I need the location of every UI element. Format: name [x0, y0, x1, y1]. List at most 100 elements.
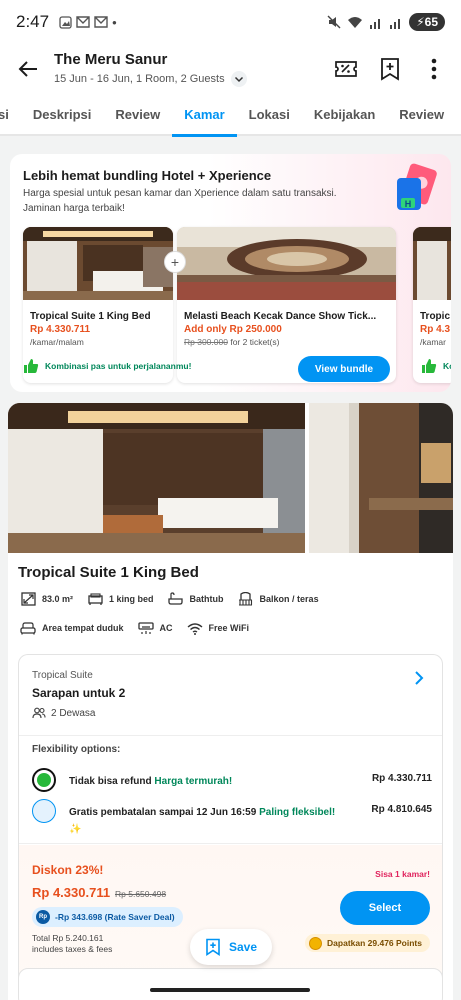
view-bundle-button[interactable]: View bundle [298, 356, 390, 382]
bookmark-add-icon [206, 938, 220, 956]
offer-guests: 2 Dewasa [32, 707, 95, 719]
bundle-hotel-price-2: Rp 4.3 [420, 324, 451, 335]
coupon-button[interactable] [333, 56, 359, 82]
amenity-seating: Area tempat duduk [20, 621, 124, 635]
amenity-wifi-label: Free WiFi [208, 623, 249, 633]
coupon-icon [335, 61, 357, 77]
tab-partial[interactable]: si [0, 93, 21, 135]
total-price-info: Total Rp 5.240.161 includes taxes & fees [32, 933, 112, 955]
offer-guests-label: 2 Dewasa [51, 707, 96, 719]
amenity-balcony-label: Balkon / teras [259, 594, 319, 604]
option-no-refund-price: Rp 4.330.711 [371, 773, 432, 784]
amenity-size: 83.0 m² [20, 592, 73, 606]
bundle-xperience-sub: Rp 300.000 for 2 ticket(s) [177, 335, 396, 347]
bundle-hotel-price: Rp 4.330.711 [30, 324, 91, 335]
kecak-dance-photo [177, 227, 396, 300]
amenities-row-2: Area tempat duduk AC Free WiFi [20, 621, 249, 635]
save-button[interactable]: Save [190, 929, 272, 965]
bundle-hotel-name-2: Tropic [420, 311, 451, 322]
next-room-card [18, 968, 443, 1000]
option-no-refund-text: Tidak bisa refund Harga termurah! [69, 773, 339, 790]
system-icons: ⚡65 [327, 13, 445, 31]
room-main-photo[interactable] [8, 403, 305, 553]
option-no-refund-label: Tidak bisa refund [69, 776, 152, 787]
arrow-left-icon [18, 61, 37, 77]
bed-icon [87, 592, 103, 605]
thumbs-up-icon [24, 359, 39, 373]
header-info[interactable]: The Meru Sanur 15 Jun - 16 Jun, 1 Room, … [54, 51, 247, 87]
points-coin-icon [309, 936, 323, 950]
booking-dates: 15 Jun - 16 Jun, 1 Room, 2 Guests [54, 73, 225, 85]
wifi-icon [348, 16, 363, 28]
sofa-icon [20, 621, 36, 634]
tab-lokasi[interactable]: Lokasi [237, 93, 302, 135]
more-options-button[interactable] [421, 56, 447, 82]
guests-icon [32, 707, 46, 719]
ac-icon [137, 621, 154, 634]
points-badge: Dapatkan 29.476 Points [305, 934, 430, 952]
back-button[interactable] [14, 55, 42, 83]
bundle-footer-2: Ko [421, 358, 451, 374]
wifi-icon [187, 622, 202, 635]
bundle-hotel-unit-2: /kamar [420, 337, 446, 347]
plus-icon: + [164, 251, 186, 273]
amenity-balcony: Balkon / teras [238, 592, 319, 606]
rate-saver-text: -Rp 343.698 (Rate Saver Deal) [55, 912, 175, 922]
header-actions [333, 56, 447, 82]
bookmark-add-icon [381, 58, 399, 81]
total-price-note: includes taxes & fees [32, 944, 113, 954]
chevron-down-icon[interactable] [230, 71, 247, 87]
home-indicator[interactable] [150, 988, 310, 992]
select-button[interactable]: Select [340, 891, 430, 925]
bathtub-icon [168, 592, 183, 605]
battery-icon: ⚡65 [409, 13, 445, 31]
bundle-xperience-price: Add only Rp 250.000 [184, 324, 282, 335]
tab-deskripsi[interactable]: Deskripsi [21, 93, 104, 135]
hotel-title: The Meru Sanur [54, 51, 168, 68]
tab-kebijakan[interactable]: Kebijakan [302, 93, 387, 135]
status-time: 2:47 [16, 12, 50, 31]
bundle-title: Lebih hemat bundling Hotel + Xperience [23, 168, 272, 183]
tab-review-2[interactable]: Review [387, 93, 456, 135]
amenity-bed: 1 king bed [87, 592, 154, 606]
amenity-seating-label: Area tempat duduk [42, 623, 124, 633]
option-free-cancel-price: Rp 4.810.645 [371, 804, 432, 815]
total-price: Total Rp 5.240.161 [32, 933, 104, 943]
bookmark-button[interactable] [377, 56, 403, 82]
amenity-bathtub: Bathtub [168, 592, 224, 606]
bundle-xperience-tickets: for 2 ticket(s) [230, 337, 280, 347]
status-bar: 2:47 • ⚡65 [0, 0, 461, 44]
bundle-promo-card: Lebih hemat bundling Hotel + Xperience H… [10, 154, 451, 392]
radio-selected[interactable] [32, 768, 56, 792]
balcony-icon [239, 592, 253, 606]
tab-kamar[interactable]: Kamar [172, 93, 238, 137]
rp-coin-icon: Rp [36, 910, 50, 924]
room-second-photo[interactable] [309, 403, 453, 553]
dot-icon: • [112, 14, 117, 30]
chevron-right-icon[interactable] [410, 669, 428, 687]
offer-room-type: Tropical Suite [32, 670, 93, 681]
radio-unselected[interactable] [32, 799, 56, 823]
hotel-room-photo [23, 227, 173, 300]
bundle-xperience-name: Melasti Beach Kecak Dance Show Tick... [184, 311, 377, 322]
hotel-room-photo-2 [413, 227, 451, 300]
rooms-left-badge: Sisa 1 kamar! [375, 869, 430, 879]
notification-icons: • [59, 15, 117, 30]
original-price: Rp 5.650.498 [115, 889, 167, 899]
bundle-footer: Kombinasi pas untuk perjalananmu! [23, 358, 191, 374]
room-size-icon [20, 592, 36, 606]
more-vertical-icon [431, 58, 437, 80]
battery-level: 65 [424, 15, 438, 29]
bundle-ticket-icon: H [397, 163, 437, 210]
room-card: Tropical Suite 1 King Bed 83.0 m² 1 king… [8, 403, 453, 1000]
image-icon [59, 15, 72, 29]
rate-saver-badge: Rp -Rp 343.698 (Rate Saver Deal) [32, 907, 183, 927]
tab-review[interactable]: Review [103, 93, 172, 135]
app-header: The Meru Sanur 15 Jun - 16 Jun, 1 Room, … [0, 44, 461, 94]
flexibility-label: Flexibility options: [32, 744, 121, 755]
amenity-size-label: 83.0 m² [42, 594, 74, 604]
option-no-refund-tag: Harga termurah! [154, 776, 233, 787]
option-free-cancel-text: Gratis pembatalan sampai 12 Jun 16:59 Pa… [69, 804, 339, 838]
signal-icon [370, 18, 381, 29]
bundle-footer-text: Kombinasi pas untuk perjalananmu! [45, 361, 192, 371]
